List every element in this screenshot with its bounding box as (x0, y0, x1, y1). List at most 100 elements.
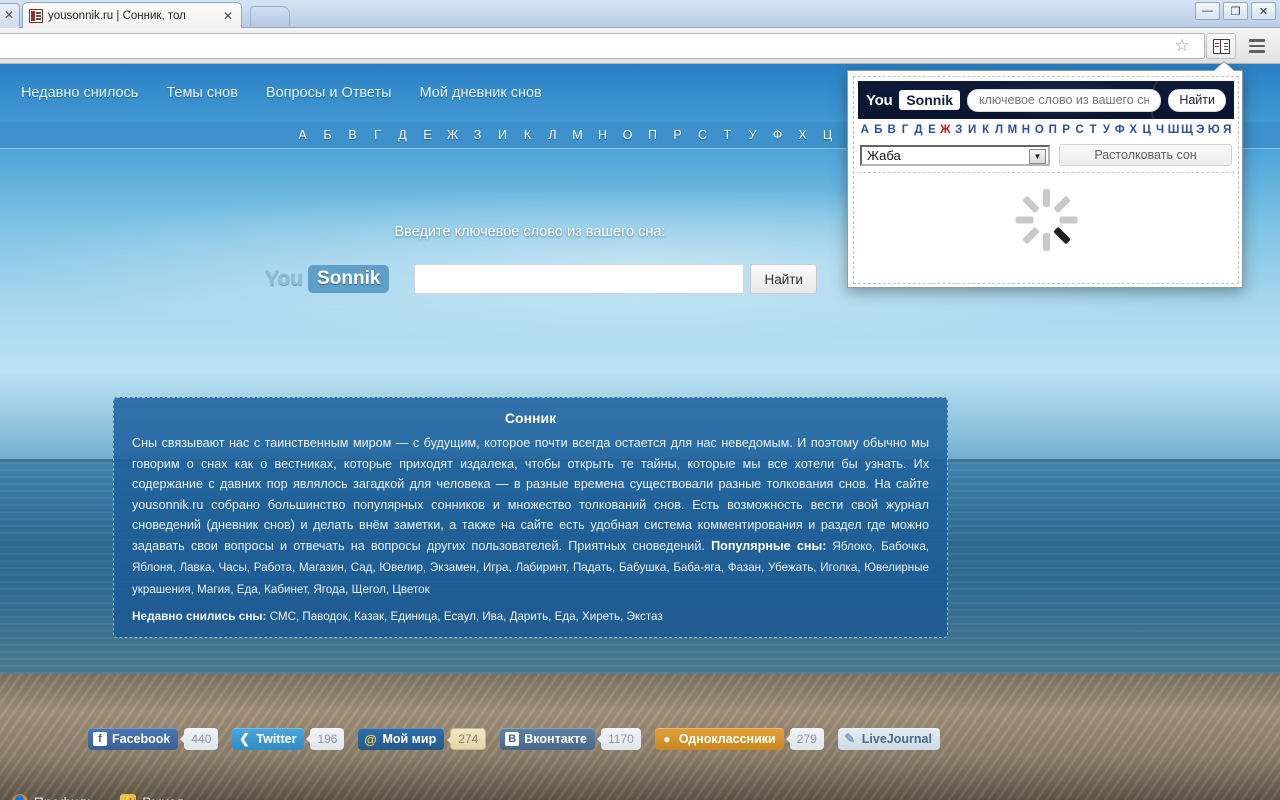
popup-header: You Sonnik Найти (858, 81, 1234, 119)
popup-alphabet-letter[interactable]: Д (912, 124, 925, 136)
nav-item-moy-dnevnik-snov[interactable]: Мой дневник снов (420, 85, 542, 101)
popup-alphabet-letter[interactable]: Л (992, 124, 1005, 136)
site-alphabet-letter[interactable]: Г (365, 128, 390, 142)
odnoklassniki-icon: ● (663, 732, 671, 746)
site-alphabet-letter[interactable]: Е (415, 128, 440, 142)
popup-search-button[interactable]: Найти (1168, 88, 1226, 112)
site-alphabet-letter[interactable]: Ф (765, 128, 790, 142)
close-window-icon[interactable]: ✕ (1251, 2, 1276, 20)
facebook-count: 440 (180, 728, 219, 750)
share-twitter-button[interactable]: ❮ Twitter (232, 728, 305, 750)
popup-alphabet-letter[interactable]: Я (1220, 124, 1233, 136)
bottom-item-logout[interactable]: 🔑 Выход (120, 794, 184, 800)
facebook-icon: f (93, 732, 107, 746)
nav-item-voprosy-i-otvety[interactable]: Вопросы и Ответы (266, 85, 392, 101)
share-facebook-button[interactable]: f Facebook (88, 728, 179, 750)
popup-alphabet-letter[interactable]: Г (898, 124, 911, 136)
popup-alphabet-letter[interactable]: С (1073, 124, 1086, 136)
chevron-down-icon[interactable]: ▼ (1029, 148, 1046, 164)
share-odnoklassniki-button[interactable]: ● Одноклассники (654, 728, 784, 750)
popup-alphabet-letter[interactable]: Н (1019, 124, 1032, 136)
site-alphabet-letter[interactable]: Р (665, 128, 690, 142)
panel-intro-text: Сны связывают нас с таинственным миром —… (132, 436, 929, 553)
book-icon (1212, 38, 1230, 54)
popup-logo-sonnik: Sonnik (899, 90, 960, 110)
chrome-menu-icon[interactable] (1244, 33, 1270, 59)
new-tab-button[interactable] (250, 6, 290, 26)
minimize-icon[interactable]: — (1195, 2, 1220, 20)
interpret-dream-button[interactable]: Растолковать сон (1059, 144, 1232, 166)
tab-previous-partial[interactable]: ✕ (0, 3, 20, 28)
popup-alphabet-letter[interactable]: Ш (1167, 124, 1180, 136)
popup-alphabet-letter[interactable]: Ф (1113, 124, 1126, 136)
nav-item-temy-snov[interactable]: Темы снов (166, 85, 238, 101)
site-alphabet-letter[interactable]: И (490, 128, 515, 142)
search-button[interactable]: Найти (750, 264, 817, 294)
popup-alphabet-letter[interactable]: Ю (1207, 124, 1220, 136)
popup-alphabet-letter[interactable]: А (858, 124, 871, 136)
site-alphabet-letter[interactable]: Н (590, 128, 615, 142)
popup-alphabet-letter[interactable]: З (952, 124, 965, 136)
close-icon[interactable]: ✕ (223, 10, 235, 22)
popup-alphabet-letter[interactable]: Т (1086, 124, 1099, 136)
popup-alphabet-letter[interactable]: Ч (1153, 124, 1166, 136)
popup-alphabet-letter[interactable]: И (965, 124, 978, 136)
popup-alphabet-letter[interactable]: Р (1059, 124, 1072, 136)
site-alphabet-letter[interactable]: Ц (815, 128, 840, 142)
key-icon: 🔑 (120, 794, 137, 800)
recent-dreams-list[interactable]: СМС, Паводок, Казак, Единица, Есаул, Ива… (266, 610, 663, 623)
popup-alphabet-letter[interactable]: Э (1194, 124, 1207, 136)
bottom-item-profile[interactable]: 👤 Профиль (11, 794, 94, 800)
search-input[interactable] (414, 264, 745, 294)
site-alphabet-letter[interactable]: З (465, 128, 490, 142)
share-livejournal-button[interactable]: ✎ LiveJournal (837, 728, 940, 750)
site-alphabet-letter[interactable]: П (640, 128, 665, 142)
nav-item-nedavno-snilos[interactable]: Недавно снилось (21, 85, 138, 101)
popup-alphabet-letter[interactable]: Щ (1180, 124, 1193, 136)
address-bar[interactable]: k.ru (0, 33, 1205, 59)
site-alphabet-letter[interactable]: В (340, 128, 365, 142)
tab-close-icon[interactable]: ✕ (4, 8, 14, 22)
dream-keyword-select[interactable]: Жаба ▼ (860, 144, 1050, 166)
site-alphabet-letter[interactable]: Х (790, 128, 815, 142)
site-alphabet-letter[interactable]: Т (715, 128, 740, 142)
restore-icon[interactable]: ❐ (1223, 2, 1248, 20)
spinner-segment (1021, 226, 1040, 245)
popup-alphabet-letter[interactable]: П (1046, 124, 1059, 136)
site-alphabet-letter[interactable]: С (690, 128, 715, 142)
popup-alphabet-letter[interactable]: О (1033, 124, 1046, 136)
popup-alphabet-letter[interactable]: Б (872, 124, 885, 136)
site-alphabet-letter[interactable]: Ж (440, 128, 465, 142)
spinner-segment (1052, 195, 1071, 214)
share-vkontakte-label: Вконтакте (524, 732, 587, 746)
tab-yousonnik[interactable]: yousonnik.ru | Сонник, тол ✕ (22, 2, 242, 28)
share-moimir-button[interactable]: @ Мой мир (358, 728, 445, 750)
popup-alphabet-letter[interactable]: Ц (1140, 124, 1153, 136)
popup-alphabet-letter[interactable]: В (885, 124, 898, 136)
share-vkontakte-button[interactable]: B Вконтакте (500, 728, 595, 750)
site-alphabet-letter[interactable]: Д (390, 128, 415, 142)
content-panel: Сонник Сны связывают нас с таинственным … (113, 397, 948, 638)
site-alphabet-letter[interactable]: Б (315, 128, 340, 142)
extension-popup: You Sonnik Найти АБВГДЕЖЗИКЛМНОПРСТУФХЦЧ… (847, 70, 1243, 288)
popup-alphabet-letter[interactable]: Х (1127, 124, 1140, 136)
popup-alphabet-letter[interactable]: У (1100, 124, 1113, 136)
yousonnik-extension-icon[interactable] (1206, 33, 1236, 59)
popup-result-area (858, 173, 1234, 267)
vkontakte-count: 1170 (597, 728, 641, 750)
site-alphabet-letter[interactable]: К (515, 128, 540, 142)
site-alphabet-letter[interactable]: А (290, 128, 315, 142)
site-alphabet-letter[interactable]: О (615, 128, 640, 142)
site-alphabet-letter[interactable]: Л (540, 128, 565, 142)
bookmark-star-icon[interactable]: ☆ (1172, 36, 1192, 56)
popup-search-input[interactable] (967, 88, 1162, 112)
popup-alphabet-letter[interactable]: Ж (939, 124, 952, 136)
panel-body: Сны связывают нас с таинственным миром —… (132, 433, 929, 600)
share-twitter-label: Twitter (256, 732, 297, 746)
popup-pointer-arrow (1214, 62, 1234, 71)
popup-alphabet-letter[interactable]: К (979, 124, 992, 136)
popup-alphabet-letter[interactable]: Е (925, 124, 938, 136)
popup-alphabet-letter[interactable]: М (1006, 124, 1019, 136)
site-alphabet-letter[interactable]: У (740, 128, 765, 142)
site-alphabet-letter[interactable]: М (565, 128, 590, 142)
